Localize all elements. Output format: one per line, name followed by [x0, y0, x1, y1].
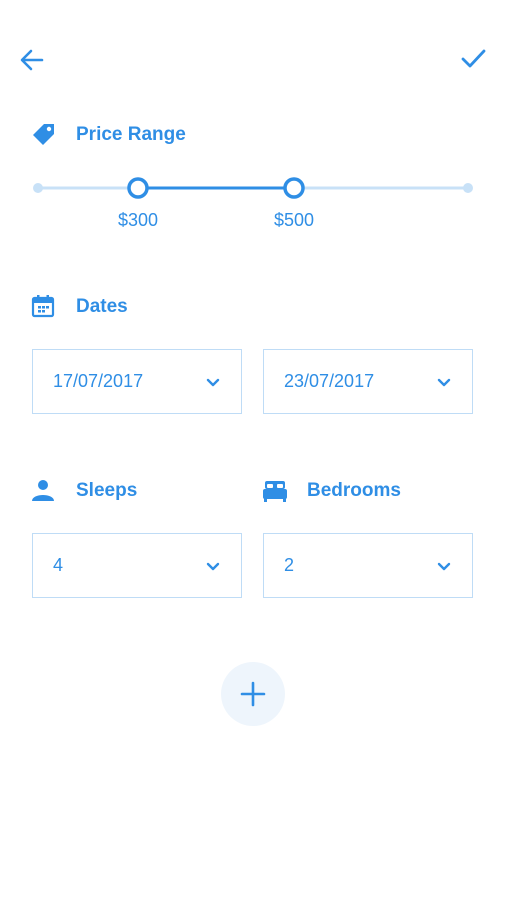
plus-icon — [240, 681, 266, 707]
price-max-label: $500 — [273, 210, 315, 230]
sleeps-title: Sleeps — [76, 480, 138, 501]
bedrooms-title: Bedrooms — [307, 480, 401, 501]
price-tag-icon — [31, 122, 57, 148]
chevron-down-icon — [206, 378, 220, 386]
start-date-dropdown[interactable]: 17/07/2017 — [32, 349, 242, 414]
calendar-icon — [31, 294, 55, 318]
bedrooms-value: 2 — [284, 555, 295, 575]
arrow-left-icon — [20, 49, 44, 71]
slider-track-start — [33, 183, 43, 193]
bed-icon — [262, 479, 288, 503]
confirm-button[interactable] — [458, 45, 488, 73]
sleeps-value: 4 — [53, 555, 64, 575]
bedrooms-dropdown[interactable]: 2 — [263, 533, 473, 598]
end-date-dropdown[interactable]: 23/07/2017 — [263, 349, 473, 414]
person-icon — [31, 478, 55, 502]
price-range-title: Price Range — [76, 124, 186, 145]
chevron-down-icon — [206, 562, 220, 570]
add-button[interactable] — [221, 662, 285, 726]
end-date-value: 23/07/2017 — [284, 371, 375, 391]
chevron-down-icon — [437, 378, 451, 386]
slider-min-handle — [127, 177, 149, 199]
slider-max-handle — [283, 177, 305, 199]
slider-track-end — [463, 183, 473, 193]
chevron-down-icon — [437, 562, 451, 570]
price-range-slider[interactable] — [28, 174, 478, 202]
start-date-value: 17/07/2017 — [53, 371, 144, 391]
check-icon — [461, 49, 486, 68]
back-button[interactable] — [18, 46, 46, 74]
price-min-label: $300 — [117, 210, 159, 230]
sleeps-dropdown[interactable]: 4 — [32, 533, 242, 598]
dates-title: Dates — [76, 296, 128, 317]
